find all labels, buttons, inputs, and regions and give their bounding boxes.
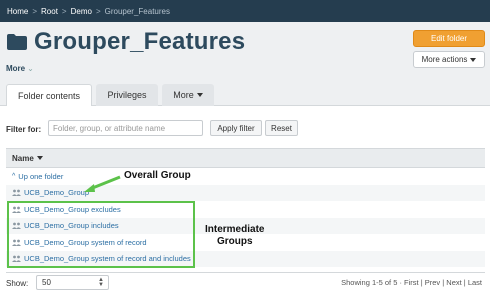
breadcrumb-home[interactable]: Home [7,7,28,16]
overall-group-annotation: Overall Group [124,170,191,181]
name-header-label: Name [12,153,34,163]
annotation-arrow-icon [84,175,121,192]
breadcrumb-separator: > [61,6,67,16]
pagination-summary[interactable]: Showing 1-5 of 5 · First | Prev | Next |… [341,278,482,287]
tab-privileges[interactable]: Privileges [96,84,158,106]
more-actions-button[interactable]: More actions [413,51,485,68]
more-actions-label: More actions [421,55,468,64]
group-link[interactable]: UCB_Demo_Group [24,188,89,197]
breadcrumb-separator: > [32,6,38,16]
sort-caret-icon [36,156,43,160]
select-arrows-icon: ▲ ▼ [98,277,104,288]
breadcrumb-root[interactable]: Root [41,7,58,16]
up-one-folder-row[interactable]: ^ Up one folder [6,168,485,185]
page-size-value: 50 [42,278,51,287]
tab-more-label: More [173,90,194,100]
breadcrumb-demo[interactable]: Demo [71,7,92,16]
apply-filter-button[interactable]: Apply filter [210,120,262,136]
up-one-folder-link[interactable]: Up one folder [18,172,63,181]
title-row: Grouper_Features [6,28,245,56]
filter-label: Filter for: [6,125,42,134]
intermediate-groups-highlight [7,201,195,268]
show-label: Show: [6,279,29,288]
intermediate-label-line1: Intermediate [205,224,265,235]
chevron-down-icon: ⌄ [27,64,34,73]
intermediate-label-line2: Groups [216,236,253,247]
reset-button[interactable]: Reset [265,120,298,136]
caret-down-icon [196,93,203,97]
table-row[interactable]: UCB_Demo_Group [6,184,485,201]
more-link-label: More [6,64,26,73]
page-size-select[interactable]: 50 ▲ ▼ [36,275,109,290]
folder-icon [7,34,27,50]
filter-input[interactable] [48,120,203,136]
caret-down-icon [470,57,477,62]
tab-folder-contents[interactable]: Folder contents [6,84,92,106]
breadcrumb-separator: > [95,6,101,16]
intermediate-groups-annotation: Intermediate Groups [205,224,264,248]
chevron-up-icon: ^ [12,172,16,180]
breadcrumb-current: Grouper_Features [104,6,170,16]
name-column-header[interactable]: Name [6,148,485,168]
tab-more[interactable]: More [162,84,214,106]
edit-folder-button[interactable]: Edit folder [413,30,485,47]
breadcrumb: Home > Root > Demo > Grouper_Features [0,0,490,22]
group-icon [12,189,21,197]
page-title: Grouper_Features [34,28,246,55]
more-menu-link[interactable]: More ⌄ [6,64,34,73]
